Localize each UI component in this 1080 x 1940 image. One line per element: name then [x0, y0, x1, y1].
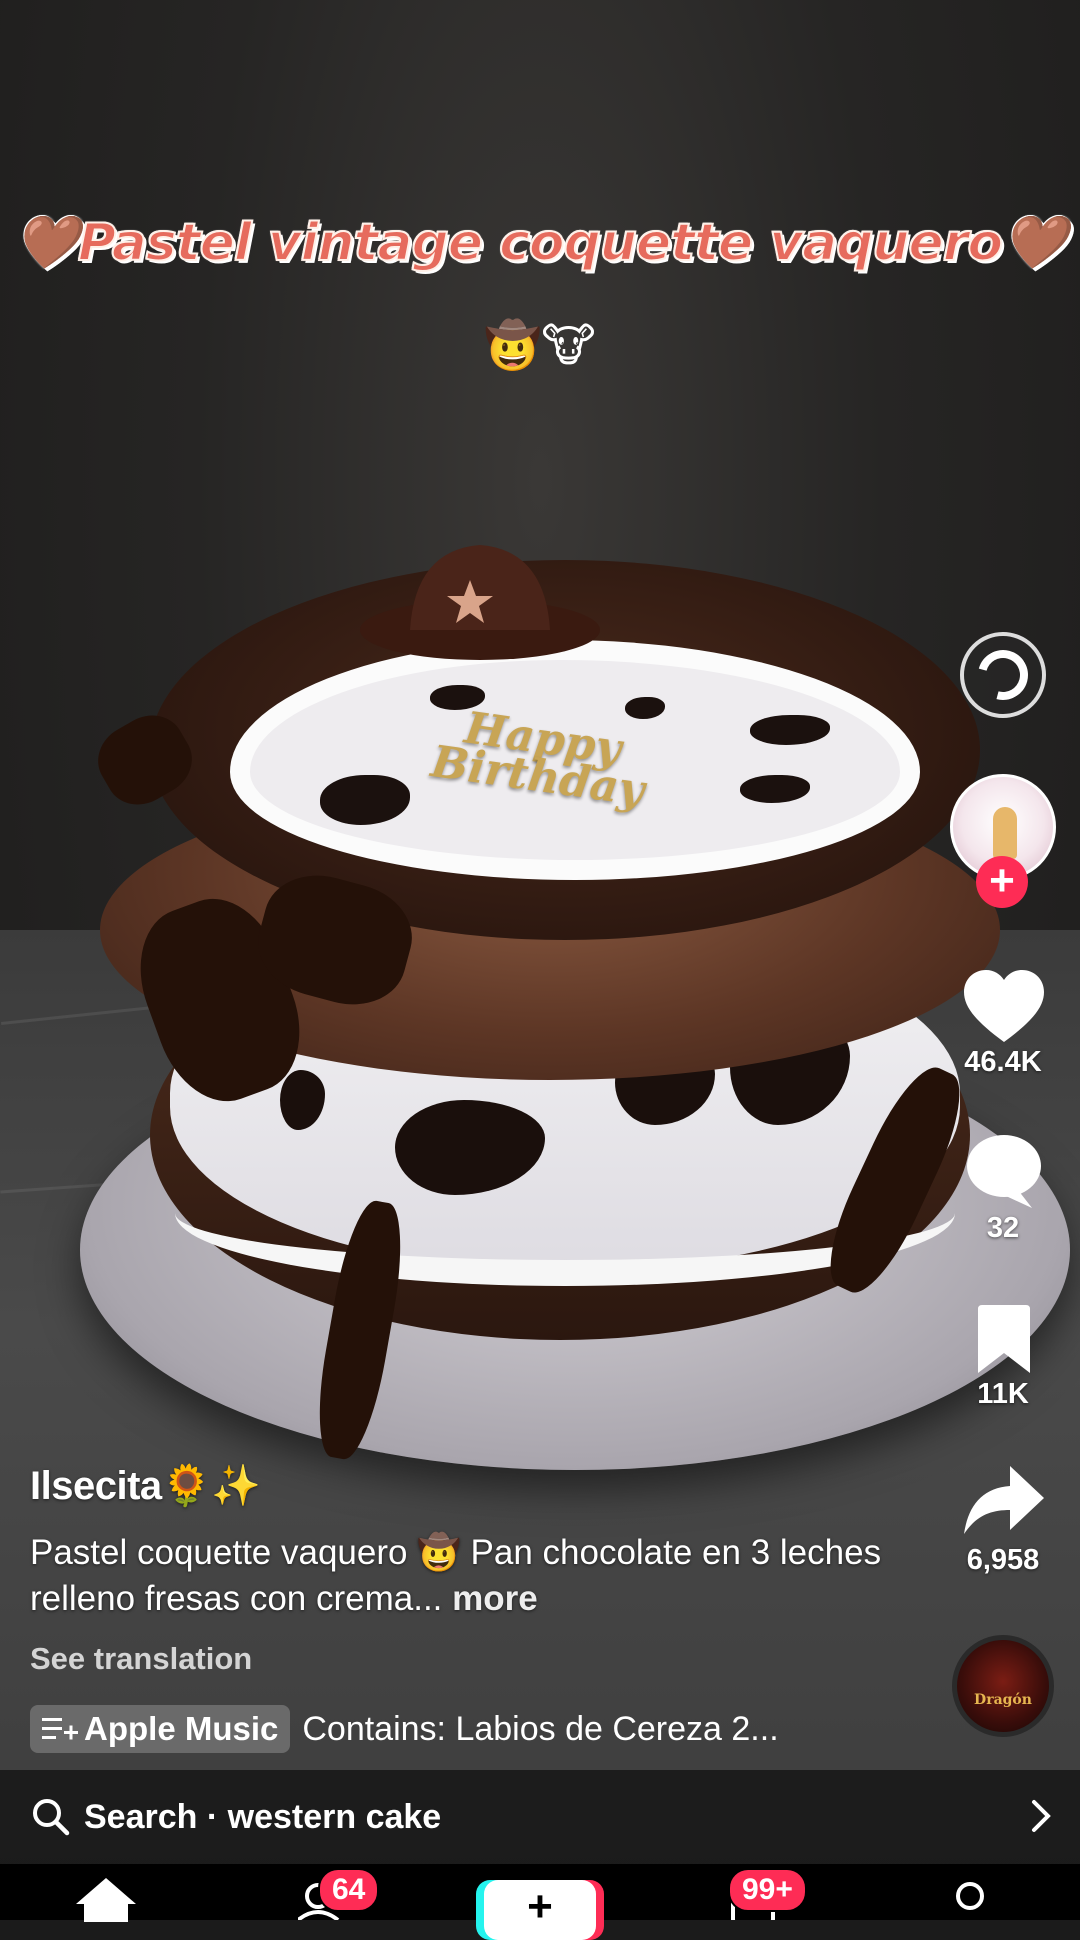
music-row[interactable]: Apple Music Contains: Labios de Cereza 2… [30, 1704, 779, 1754]
saves-count: 11K [977, 1378, 1029, 1410]
live-circle-button[interactable] [960, 632, 1046, 718]
share-icon[interactable] [964, 1466, 1044, 1536]
video-background[interactable]: Happy Birthday [0, 0, 1080, 1920]
video-description[interactable]: Pastel coquette vaquero 🤠 Pan chocolate … [30, 1530, 910, 1622]
search-suggestion-bar[interactable]: Search · western cake [0, 1770, 1080, 1864]
apple-music-chip[interactable]: Apple Music [30, 1705, 291, 1753]
music-disc-label: Dragón [974, 1692, 1032, 1708]
shares-count: 6,958 [966, 1544, 1040, 1576]
apple-music-label: Apple Music [84, 1710, 279, 1747]
bookmark-icon[interactable] [976, 1305, 1032, 1375]
circle-swirl-icon [968, 640, 1038, 710]
comments-count: 32 [986, 1212, 1020, 1244]
home-icon[interactable] [76, 1878, 136, 1922]
cowboy-hat-topper [360, 545, 600, 660]
inbox-badge: 99+ [728, 1868, 807, 1912]
likes-count: 46.4K [964, 1046, 1042, 1078]
chevron-right-icon [1032, 1800, 1051, 1832]
comment-icon[interactable] [966, 1134, 1042, 1208]
music-disc[interactable]: Dragón [952, 1635, 1054, 1737]
headline-emojis: 🤠🐮 [484, 319, 596, 371]
profile-icon[interactable] [950, 1880, 990, 1920]
creator-username[interactable]: Ilsecita🌻✨ [30, 1462, 261, 1509]
plus-icon: + [527, 1882, 553, 1931]
music-track[interactable]: Contains: Labios de Cereza 2... [302, 1710, 778, 1749]
see-translation-link[interactable]: See translation [30, 1641, 252, 1677]
follow-button[interactable]: + [976, 856, 1028, 908]
avatar-figure [993, 807, 1017, 859]
playlist-add-icon [42, 1718, 78, 1740]
search-suggestion-text: Search · western cake [84, 1797, 442, 1836]
heart-icon[interactable] [964, 970, 1044, 1044]
friends-badge: 64 [318, 1868, 380, 1912]
create-button[interactable]: + [484, 1880, 596, 1940]
video-headline: 🤎Pastel vintage coquette vaquero🤎 [13, 212, 1068, 274]
more-link[interactable]: more [452, 1579, 538, 1618]
search-icon [33, 1799, 70, 1836]
